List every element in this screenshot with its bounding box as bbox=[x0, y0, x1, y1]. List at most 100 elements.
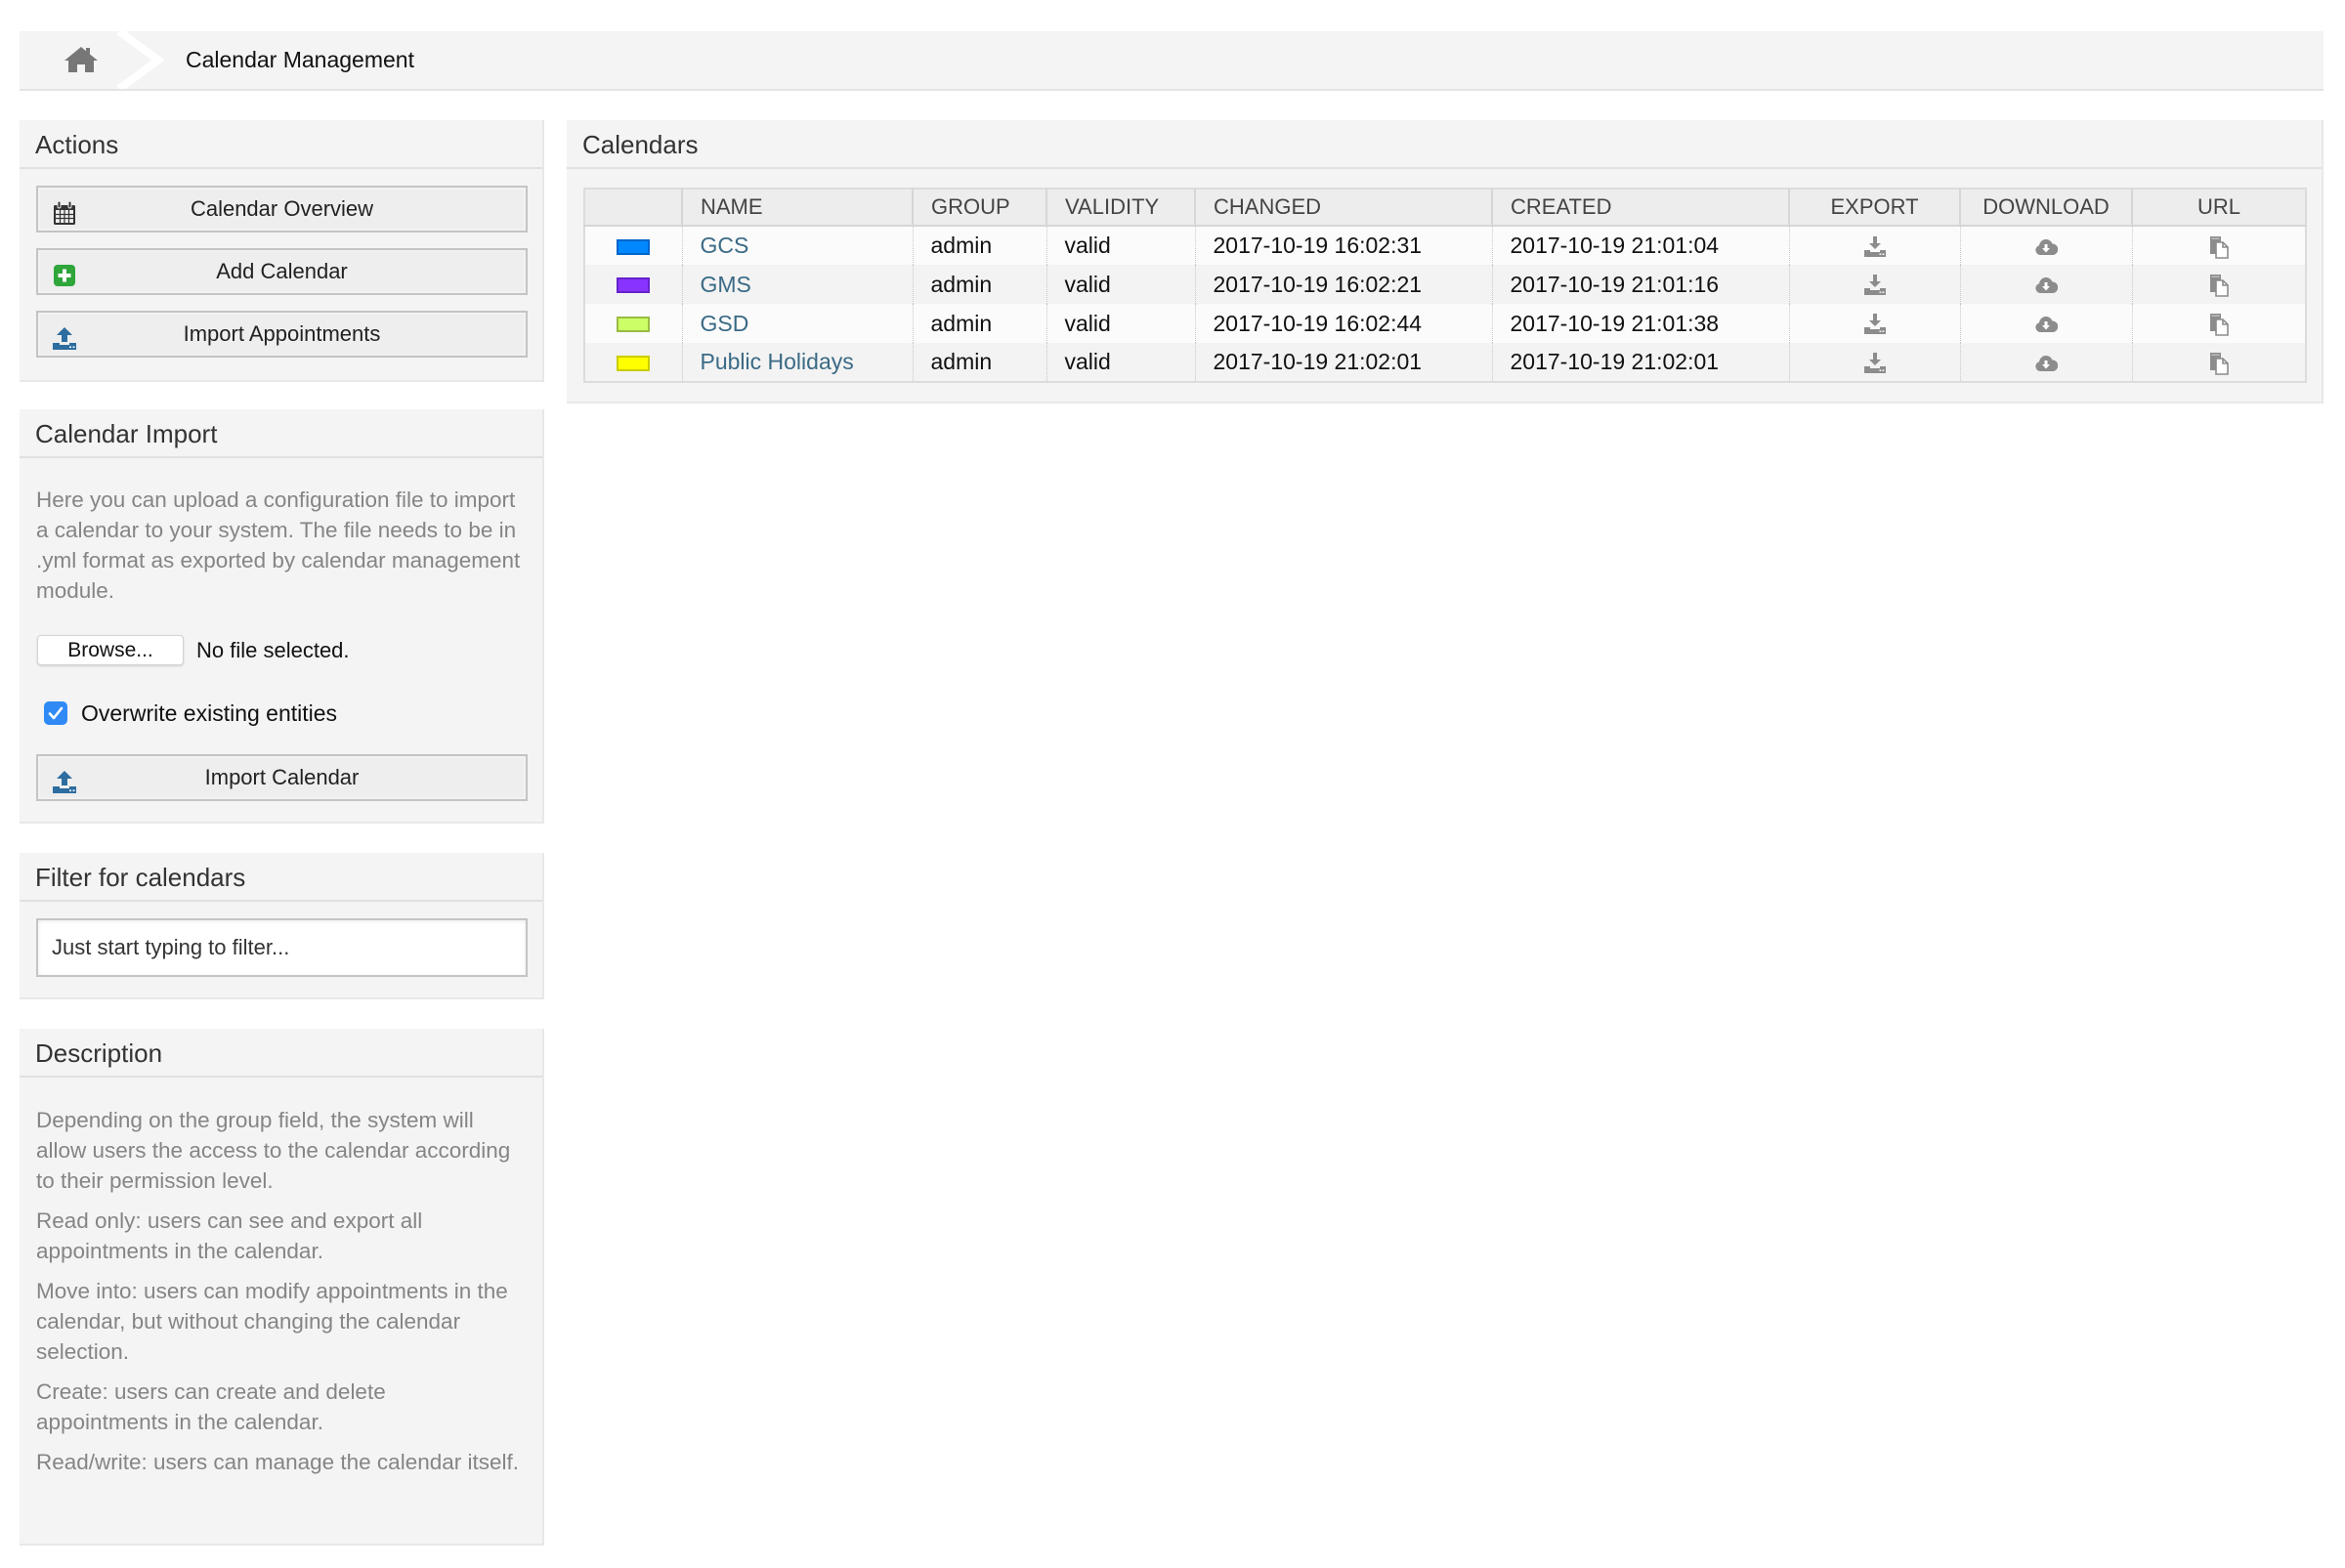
export-download-icon[interactable] bbox=[1863, 235, 1887, 259]
plus-square-icon bbox=[52, 260, 77, 286]
calendars-title: Calendars bbox=[567, 120, 2322, 169]
breadcrumb: Calendar Management bbox=[20, 31, 2324, 91]
filter-input[interactable] bbox=[36, 918, 528, 977]
color-cell bbox=[584, 226, 682, 265]
calendar-import-panel: Calendar Import Here you can upload a co… bbox=[20, 409, 544, 824]
table-header-row: NAME GROUP VALIDITY CHANGED CREATED EXPO… bbox=[584, 189, 2306, 227]
color-cell bbox=[584, 304, 682, 343]
overwrite-option: Overwrite existing entities bbox=[36, 699, 527, 727]
download-cell bbox=[1959, 265, 2132, 304]
breadcrumb-current: Calendar Management bbox=[186, 47, 414, 72]
url-cell bbox=[2131, 226, 2306, 265]
export-cell bbox=[1788, 343, 1960, 382]
col-url: URL bbox=[2131, 189, 2306, 227]
export-cell bbox=[1788, 304, 1960, 343]
import-calendar-label: Import Calendar bbox=[204, 765, 360, 789]
description-panel: Description Depending on the group field… bbox=[20, 1029, 544, 1546]
home-icon[interactable] bbox=[63, 45, 100, 74]
copy-icon[interactable] bbox=[2207, 313, 2231, 337]
download-cell bbox=[1959, 304, 2132, 343]
overwrite-label[interactable]: Overwrite existing entities bbox=[81, 700, 337, 727]
url-cell bbox=[2131, 265, 2306, 304]
calendar-name-link[interactable]: Public Holidays bbox=[701, 349, 854, 374]
group-cell: admin bbox=[912, 265, 1046, 304]
changed-cell: 2017-10-19 21:02:01 bbox=[1194, 343, 1492, 382]
col-download: DOWNLOAD bbox=[1959, 189, 2132, 227]
calendar-overview-button[interactable]: Calendar Overview bbox=[36, 186, 528, 233]
calendar-color-swatch bbox=[617, 277, 651, 294]
copy-icon[interactable] bbox=[2207, 235, 2231, 259]
download-cell bbox=[1959, 343, 2132, 382]
filter-title: Filter for calendars bbox=[20, 853, 542, 902]
export-cell bbox=[1788, 226, 1960, 265]
description-paragraph: Move into: users can modify appointments… bbox=[36, 1279, 508, 1364]
validity-cell: valid bbox=[1045, 226, 1195, 265]
color-cell bbox=[584, 343, 682, 382]
calendar-name-link[interactable]: GSD bbox=[701, 311, 749, 336]
overwrite-checkbox[interactable] bbox=[44, 701, 67, 725]
copy-icon[interactable] bbox=[2207, 274, 2231, 298]
cloud-download-icon[interactable] bbox=[2034, 235, 2059, 259]
import-appointments-button[interactable]: Import Appointments bbox=[36, 311, 528, 358]
name-cell: GMS bbox=[681, 265, 913, 304]
color-cell bbox=[584, 265, 682, 304]
add-calendar-label: Add Calendar bbox=[216, 259, 348, 283]
validity-cell: valid bbox=[1045, 304, 1195, 343]
calendar-import-description: Here you can upload a configuration file… bbox=[36, 487, 521, 603]
export-download-icon[interactable] bbox=[1863, 352, 1887, 375]
col-export: EXPORT bbox=[1788, 189, 1960, 227]
calendar-import-title: Calendar Import bbox=[20, 409, 542, 458]
actions-title: Actions bbox=[20, 120, 542, 169]
export-cell bbox=[1788, 265, 1960, 304]
col-group[interactable]: GROUP bbox=[912, 189, 1046, 227]
add-calendar-button[interactable]: Add Calendar bbox=[36, 248, 528, 295]
calendar-name-link[interactable]: GCS bbox=[701, 233, 749, 258]
import-appointments-label: Import Appointments bbox=[183, 321, 381, 346]
name-cell: Public Holidays bbox=[681, 343, 913, 382]
name-cell: GSD bbox=[681, 304, 913, 343]
copy-icon[interactable] bbox=[2207, 352, 2231, 375]
actions-panel: Actions Calendar Overview Add Calendar I… bbox=[20, 120, 544, 382]
url-cell bbox=[2131, 343, 2306, 382]
export-download-icon[interactable] bbox=[1863, 274, 1887, 297]
breadcrumb-separator bbox=[116, 31, 165, 89]
filter-panel: Filter for calendars bbox=[20, 853, 544, 999]
group-cell: admin bbox=[912, 343, 1046, 382]
cloud-download-icon[interactable] bbox=[2034, 313, 2059, 336]
description-title: Description bbox=[20, 1029, 542, 1078]
url-cell bbox=[2131, 304, 2306, 343]
calendar-name-link[interactable]: GMS bbox=[701, 272, 751, 297]
table-row: GSD admin valid 2017-10-19 16:02:44 2017… bbox=[584, 304, 2306, 343]
col-name[interactable]: NAME bbox=[681, 189, 913, 227]
created-cell: 2017-10-19 21:01:38 bbox=[1491, 304, 1789, 343]
description-paragraph: Read/write: users can manage the calenda… bbox=[36, 1450, 520, 1474]
description-paragraph: Depending on the group field, the system… bbox=[36, 1108, 511, 1193]
calendar-overview-label: Calendar Overview bbox=[190, 196, 374, 221]
changed-cell: 2017-10-19 16:02:44 bbox=[1194, 304, 1492, 343]
description-paragraph: Create: users can create and delete appo… bbox=[36, 1379, 386, 1434]
calendar-color-swatch bbox=[617, 317, 651, 333]
description-paragraph: Read only: users can see and export all … bbox=[36, 1208, 423, 1263]
created-cell: 2017-10-19 21:01:04 bbox=[1491, 226, 1789, 265]
cloud-download-icon[interactable] bbox=[2034, 352, 2059, 375]
col-changed[interactable]: CHANGED bbox=[1194, 189, 1492, 227]
table-row: GCS admin valid 2017-10-19 16:02:31 2017… bbox=[584, 226, 2306, 265]
file-upload: Browse... No file selected. bbox=[36, 635, 527, 666]
import-calendar-button[interactable]: Import Calendar bbox=[36, 754, 528, 801]
file-status: No file selected. bbox=[196, 638, 350, 662]
browse-button[interactable]: Browse... bbox=[37, 635, 184, 665]
name-cell: GCS bbox=[681, 226, 913, 265]
col-color bbox=[584, 189, 682, 227]
upload-icon bbox=[52, 766, 77, 793]
export-download-icon[interactable] bbox=[1863, 313, 1887, 336]
col-validity[interactable]: VALIDITY bbox=[1045, 189, 1195, 227]
created-cell: 2017-10-19 21:01:16 bbox=[1491, 265, 1789, 304]
validity-cell: valid bbox=[1045, 343, 1195, 382]
cloud-download-icon[interactable] bbox=[2034, 274, 2059, 297]
created-cell: 2017-10-19 21:02:01 bbox=[1491, 343, 1789, 382]
table-row: GMS admin valid 2017-10-19 16:02:21 2017… bbox=[584, 265, 2306, 304]
col-created[interactable]: CREATED bbox=[1491, 189, 1789, 227]
upload-icon bbox=[52, 322, 77, 350]
calendar-icon bbox=[52, 197, 77, 225]
calendar-color-swatch bbox=[617, 238, 651, 255]
